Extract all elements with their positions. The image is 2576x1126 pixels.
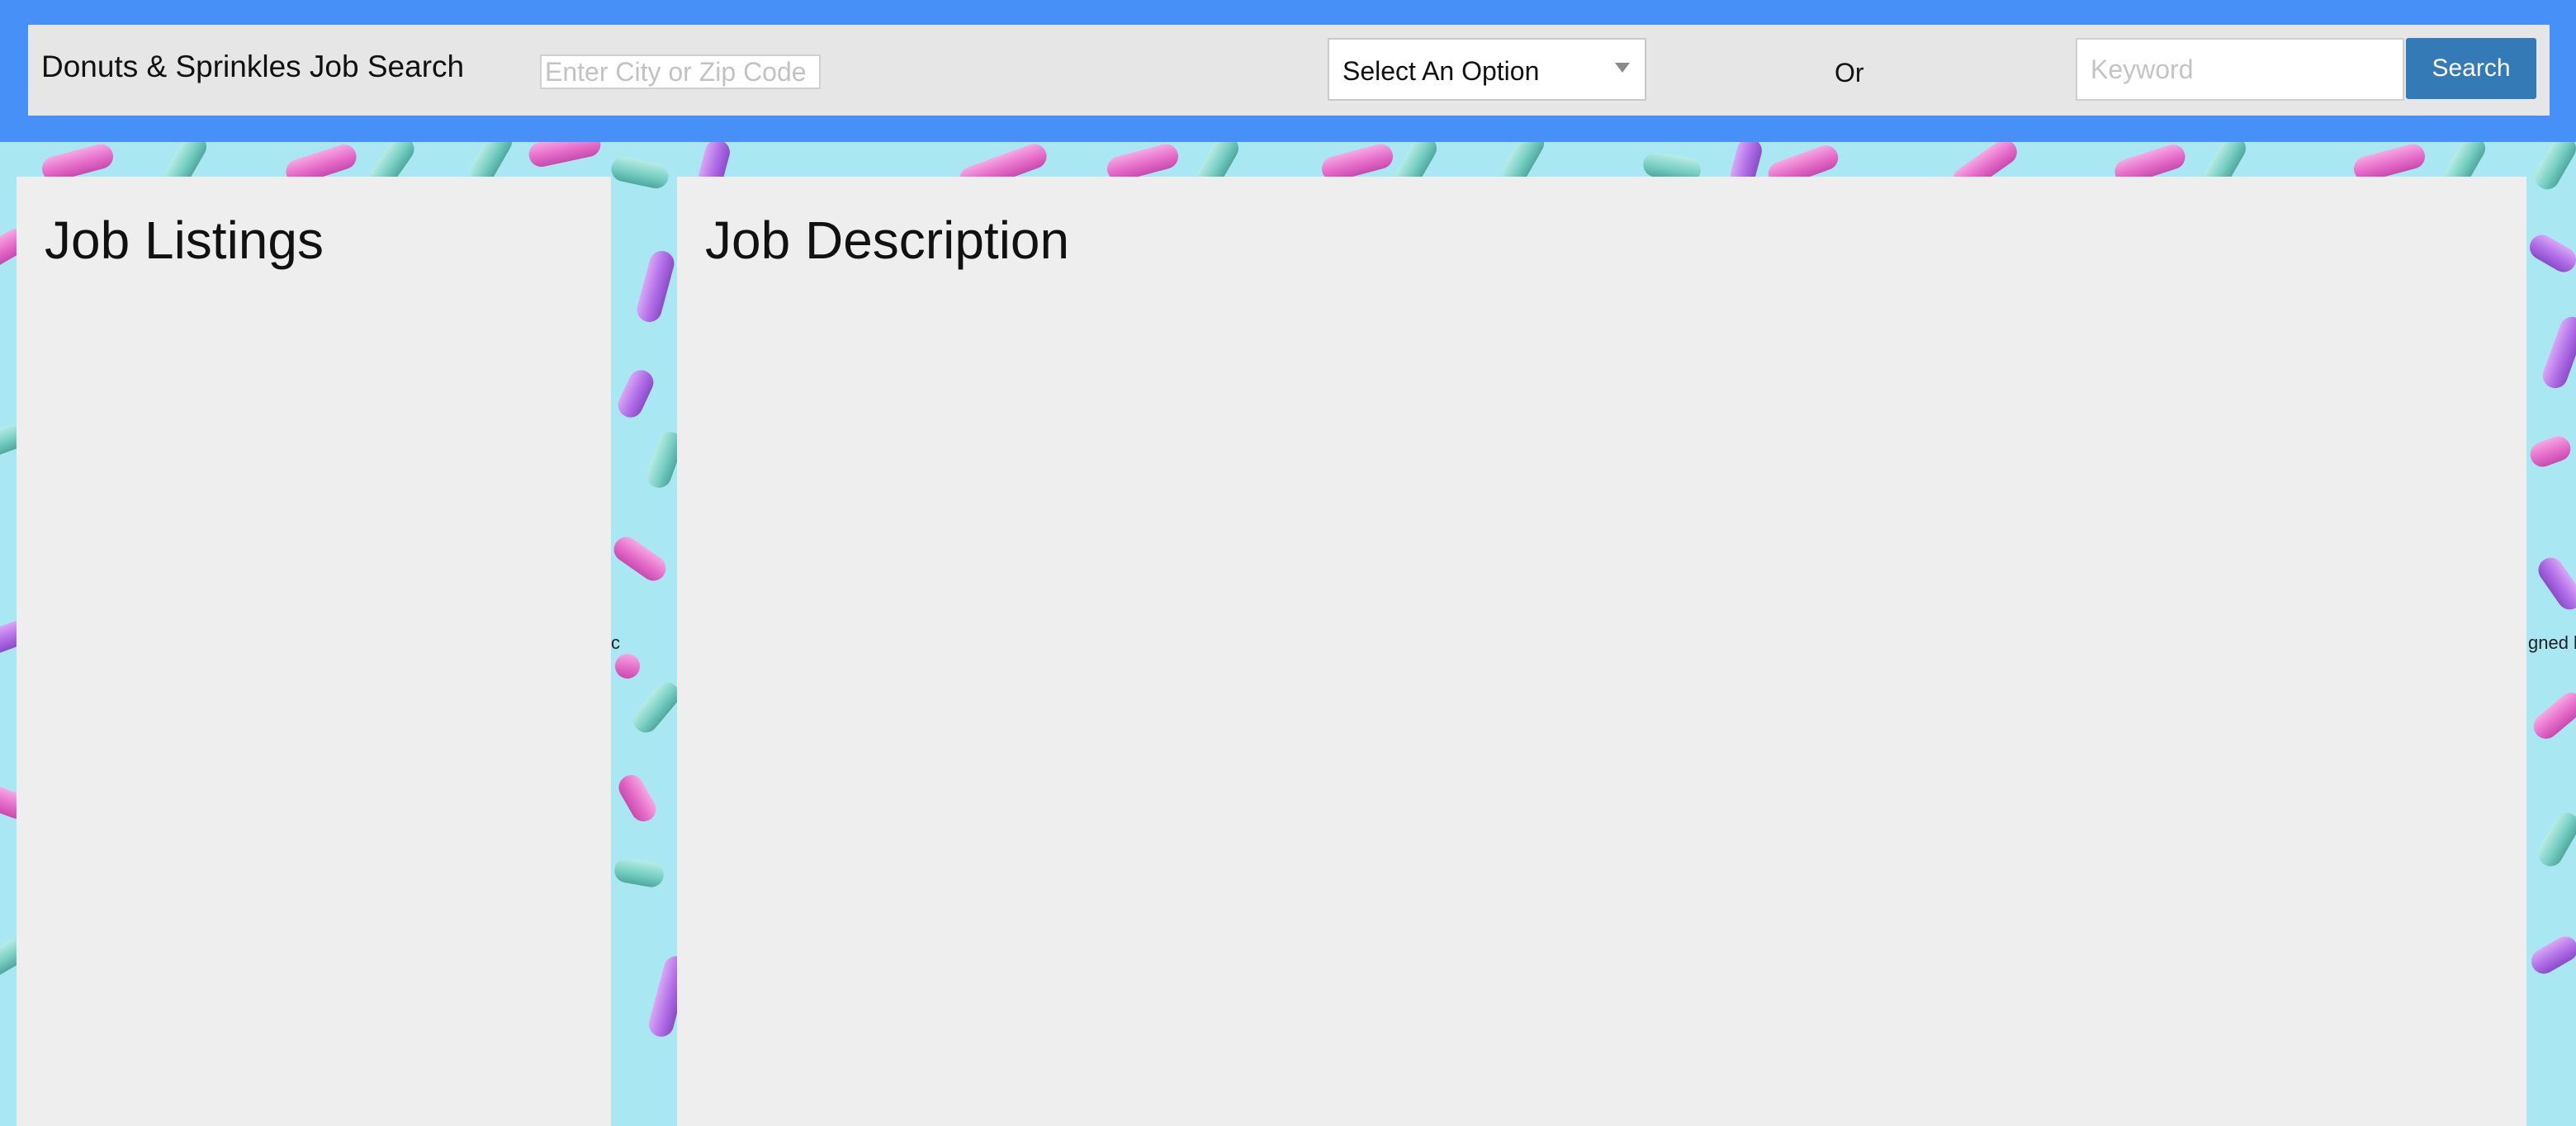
location-input[interactable] [540,54,821,89]
sprinkle [2528,688,2576,744]
sprinkle [634,248,677,325]
chevron-down-icon [1615,63,1630,73]
sprinkle [2539,313,2576,392]
job-description-heading: Job Description [705,211,1070,270]
option-select[interactable]: Select An Option [1328,38,1646,101]
search-bar: Donuts & Sprinkles Job Search Select An … [28,25,2550,116]
background-text-fragment: c [611,632,620,653]
search-button[interactable]: Search [2406,38,2536,99]
sprinkle [613,651,642,681]
sprinkle [614,770,661,826]
sprinkle [612,856,666,889]
job-listings-heading: Job Listings [45,211,324,270]
or-label: Or [1835,58,1864,88]
job-description-panel: Job Description [677,177,2526,1126]
header-bar: Donuts & Sprinkles Job Search Select An … [0,0,2576,142]
sprinkle [628,677,684,738]
sprinkle [526,142,604,169]
sprinkle [2526,433,2574,471]
sprinkle [2525,230,2576,277]
sprinkle [608,154,671,191]
keyword-input[interactable] [2076,38,2404,101]
job-listings-panel: Job Listings [17,177,611,1126]
option-select-value: Select An Option [1342,56,1540,86]
background-text-fragment: gned b [2528,632,2576,653]
sprinkle [613,366,658,422]
sprinkle [2530,142,2576,194]
sprinkle [2526,932,2576,978]
site-title: Donuts & Sprinkles Job Search [41,50,465,83]
sprinkle [2533,552,2576,615]
sprinkle [608,532,671,586]
sprinkle [2533,808,2576,871]
